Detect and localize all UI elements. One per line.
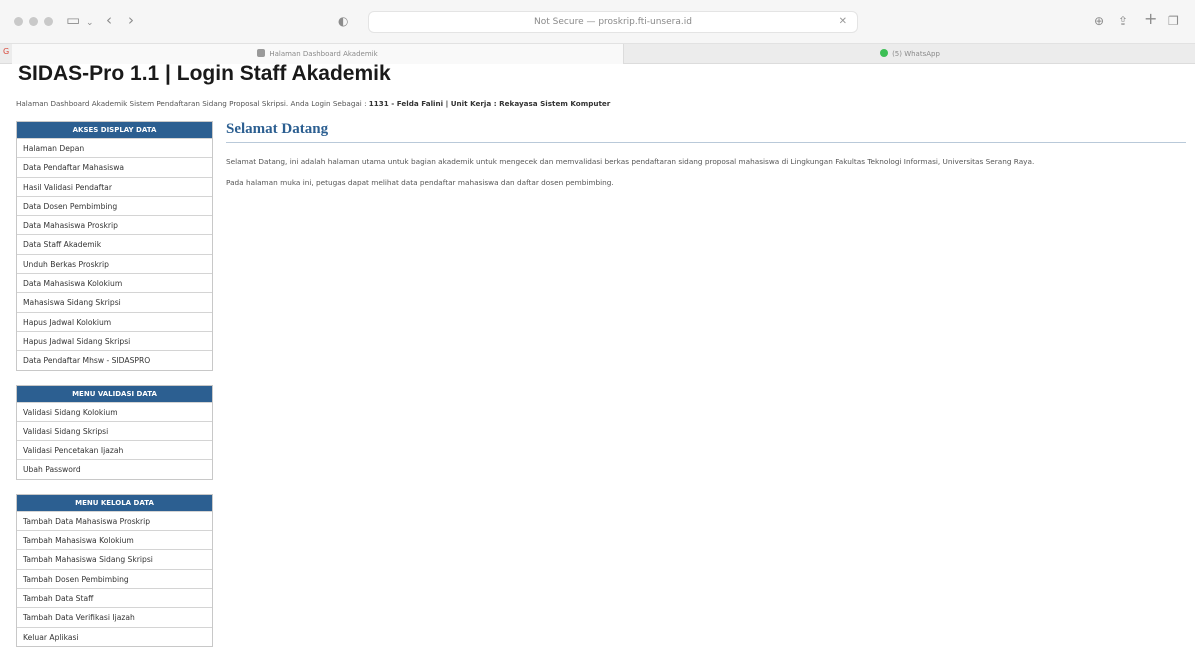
- browser-toolbar: ▭ ⌄ ‹ › ◐ Not Secure — proskrip.fti-unse…: [0, 0, 1195, 44]
- menu-item-halaman-depan[interactable]: Halaman Depan: [17, 138, 212, 158]
- minimize-window-icon[interactable]: [29, 17, 38, 26]
- whatsapp-icon: [880, 49, 889, 57]
- menu-item-tambah-mahasiswa-sidang-skripsi[interactable]: Tambah Mahasiswa Sidang Skripsi: [17, 549, 212, 569]
- tab-overview-icon[interactable]: ❐: [1168, 11, 1179, 31]
- menu-item-keluar-aplikasi[interactable]: Keluar Aplikasi: [17, 626, 212, 646]
- menu-item-hasil-validasi-pendaftar[interactable]: Hasil Validasi Pendaftar: [17, 176, 212, 196]
- menu-akses-display-data: AKSES DISPLAY DATA Halaman Depan Data Pe…: [16, 121, 213, 371]
- tab-label: Halaman Dashboard Akademik: [269, 50, 378, 58]
- menu-item-validasi-sidang-kolokium[interactable]: Validasi Sidang Kolokium: [17, 401, 212, 421]
- menu-item-mahasiswa-sidang-skripsi[interactable]: Mahasiswa Sidang Skripsi: [17, 292, 212, 312]
- menu-validasi-data: MENU VALIDASI DATA Validasi Sidang Kolok…: [16, 384, 213, 480]
- menu-header: MENU VALIDASI DATA: [17, 385, 212, 402]
- menu-header: AKSES DISPLAY DATA: [17, 122, 212, 138]
- menu-item-validasi-sidang-skripsi[interactable]: Validasi Sidang Skripsi: [17, 420, 212, 441]
- info-paragraph: Pada halaman muka ini, petugas dapat mel…: [226, 178, 614, 187]
- zoom-window-icon[interactable]: [44, 17, 53, 26]
- main-content: Selamat Datang Selamat Datang, ini adala…: [226, 121, 1186, 187]
- share-icon[interactable]: ⇪: [1118, 11, 1128, 31]
- new-tab-icon[interactable]: +: [1144, 9, 1157, 29]
- back-icon[interactable]: ‹: [106, 10, 112, 30]
- menu-item-tambah-mahasiswa-kolokium[interactable]: Tambah Mahasiswa Kolokium: [17, 530, 212, 550]
- user-info: 1131 - Felda Falini | Unit Kerja : Rekay…: [368, 99, 611, 108]
- welcome-heading: Selamat Datang: [226, 121, 1186, 143]
- window-controls[interactable]: [14, 17, 53, 26]
- url-text: Not Secure — proskrip.fti-unsera.id: [534, 17, 692, 27]
- sidebar: AKSES DISPLAY DATA Halaman Depan Data Pe…: [16, 121, 213, 661]
- clear-url-icon[interactable]: ✕: [839, 12, 847, 32]
- download-icon[interactable]: ⊕: [1094, 11, 1104, 31]
- menu-item-unduh-berkas-proskrip[interactable]: Unduh Berkas Proskrip: [17, 253, 212, 274]
- menu-item-tambah-data-mahasiswa-proskrip[interactable]: Tambah Data Mahasiswa Proskrip: [17, 510, 212, 531]
- menu-item-data-mahasiswa-proskrip[interactable]: Data Mahasiswa Proskrip: [17, 215, 212, 235]
- menu-item-tambah-data-verifikasi-ijazah[interactable]: Tambah Data Verifikasi Ijazah: [17, 607, 212, 627]
- menu-item-ubah-password[interactable]: Ubah Password: [17, 459, 212, 479]
- chevron-down-icon[interactable]: ⌄: [86, 13, 94, 33]
- tab-strip: G Halaman Dashboard Akademik (5) WhatsAp…: [0, 44, 1195, 64]
- menu-item-data-staff-akademik[interactable]: Data Staff Akademik: [17, 234, 212, 254]
- menu-header: MENU KELOLA DATA: [17, 494, 212, 511]
- tab-dashboard[interactable]: Halaman Dashboard Akademik: [12, 44, 624, 64]
- menu-item-data-pendaftar-mahasiswa[interactable]: Data Pendaftar Mahasiswa: [17, 157, 212, 177]
- reload-icon[interactable]: G: [3, 47, 9, 56]
- login-info-prefix: Halaman Dashboard Akademik Sistem Pendaf…: [16, 99, 367, 108]
- sidebar-toggle-icon[interactable]: ▭: [66, 10, 80, 30]
- login-info: Halaman Dashboard Akademik Sistem Pendaf…: [16, 99, 610, 108]
- menu-item-data-pendaftar-sidaspro[interactable]: Data Pendaftar Mhsw - SIDASPRO: [17, 350, 212, 370]
- menu-kelola-data: MENU KELOLA DATA Tambah Data Mahasiswa P…: [16, 493, 213, 647]
- page-favicon-icon: [257, 49, 266, 57]
- close-window-icon[interactable]: [14, 17, 23, 26]
- menu-item-hapus-jadwal-sidang-skripsi[interactable]: Hapus Jadwal Sidang Skripsi: [17, 330, 212, 351]
- menu-item-tambah-dosen-pembimbing[interactable]: Tambah Dosen Pembimbing: [17, 568, 212, 588]
- page-title: SIDAS-Pro 1.1 | Login Staff Akademik: [18, 62, 391, 85]
- menu-item-validasi-pencetakan-ijazah[interactable]: Validasi Pencetakan Ijazah: [17, 440, 212, 460]
- address-bar[interactable]: Not Secure — proskrip.fti-unsera.id ✕: [368, 11, 858, 33]
- forward-icon[interactable]: ›: [128, 10, 134, 30]
- menu-item-hapus-jadwal-kolokium[interactable]: Hapus Jadwal Kolokium: [17, 311, 212, 331]
- menu-item-data-mahasiswa-kolokium[interactable]: Data Mahasiswa Kolokium: [17, 273, 212, 293]
- menu-item-tambah-data-staff[interactable]: Tambah Data Staff: [17, 587, 212, 608]
- tab-whatsapp[interactable]: (5) WhatsApp: [625, 44, 1195, 64]
- privacy-shield-icon[interactable]: ◐: [338, 11, 348, 31]
- welcome-paragraph: Selamat Datang, ini adalah halaman utama…: [226, 157, 1035, 166]
- tab-label: (5) WhatsApp: [892, 50, 940, 58]
- menu-item-data-dosen-pembimbing[interactable]: Data Dosen Pembimbing: [17, 195, 212, 216]
